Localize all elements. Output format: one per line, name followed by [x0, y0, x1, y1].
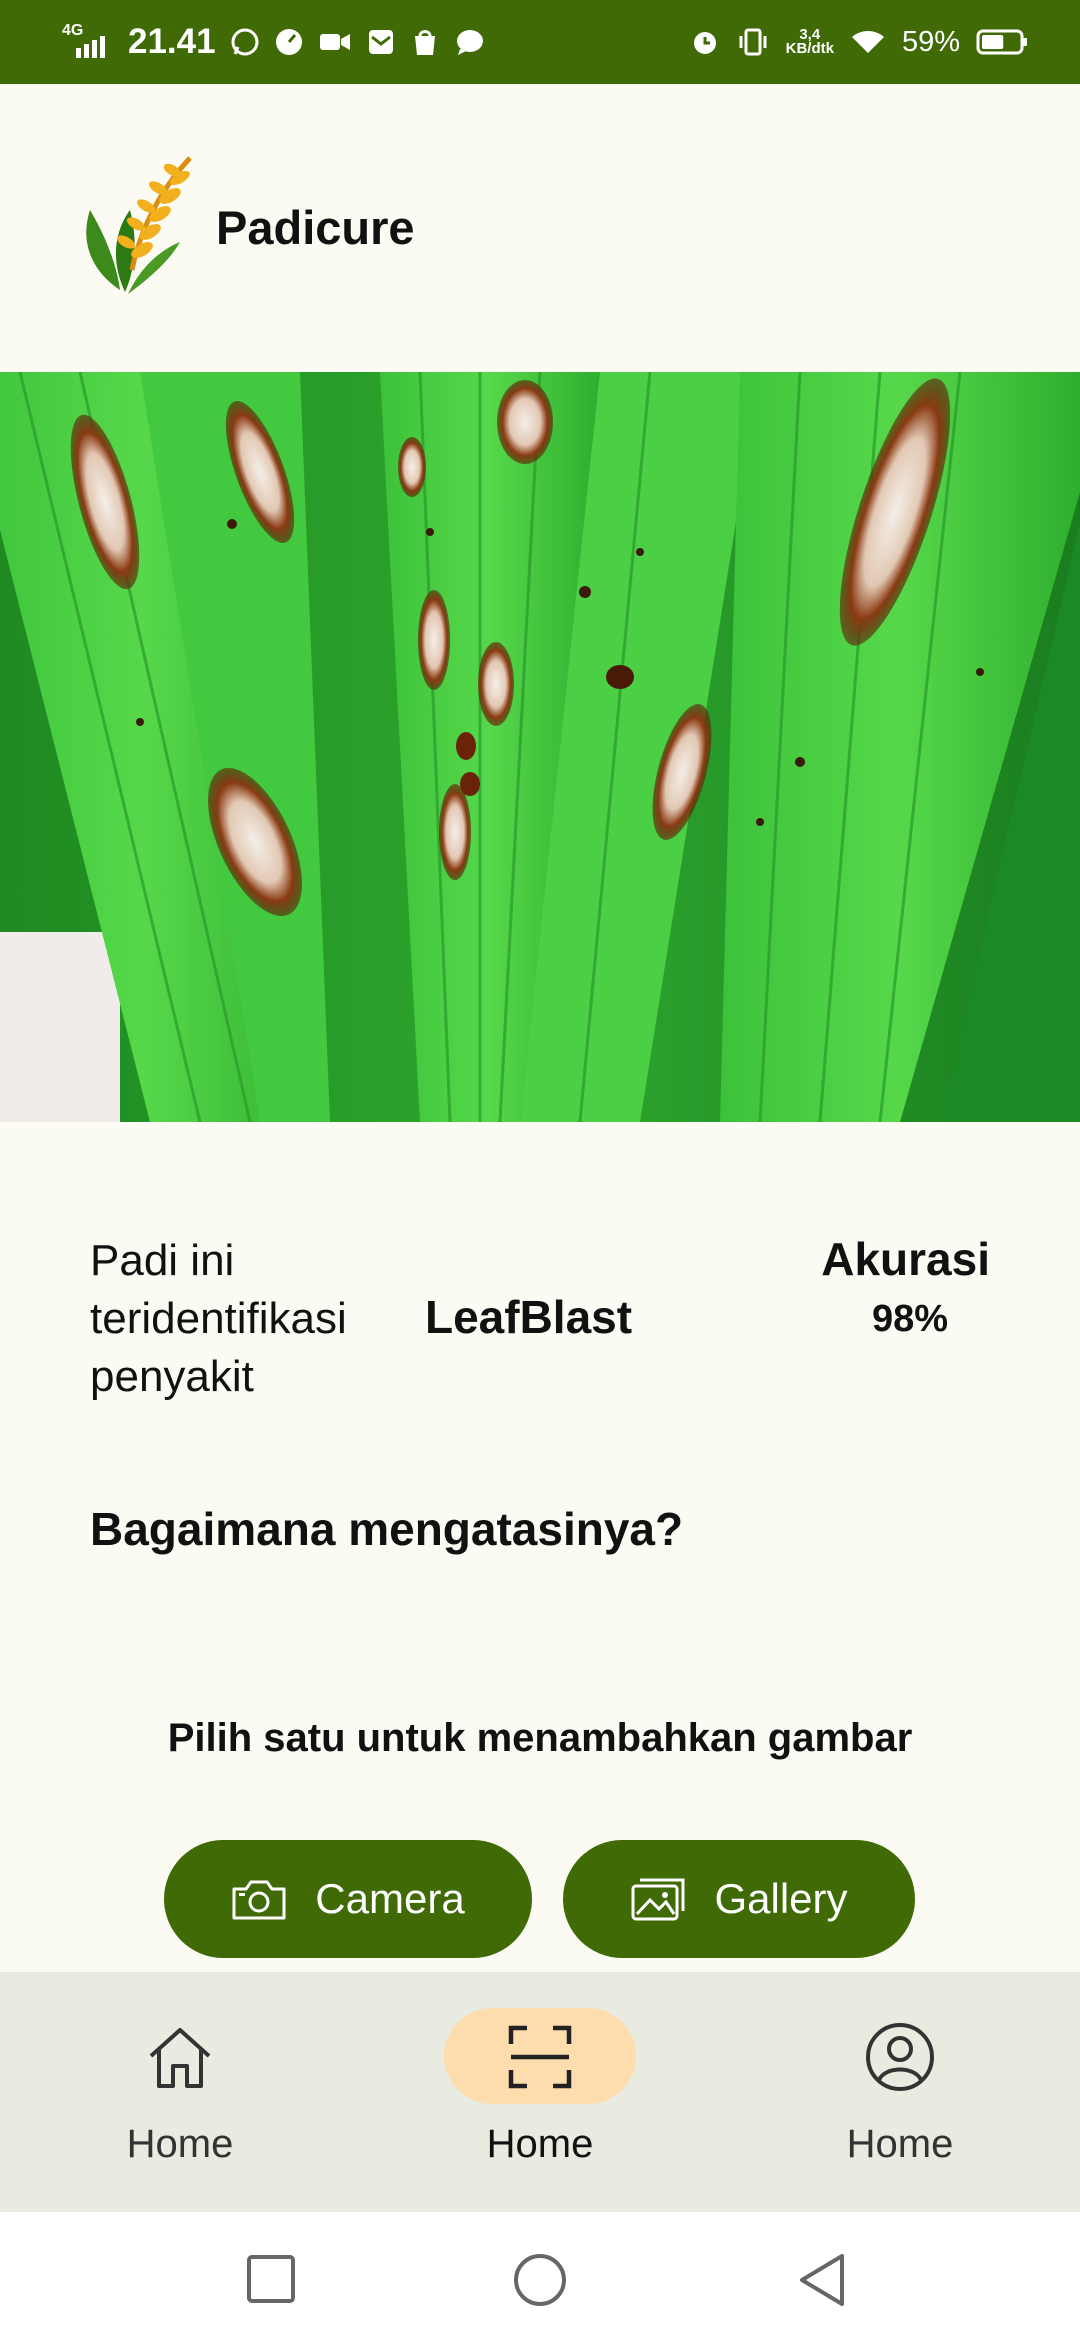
profile-icon	[866, 2023, 934, 2091]
nav-item-label: Home	[126, 2122, 234, 2166]
alarm-icon	[693, 32, 716, 54]
status-bar: 4G 21.41 3,4 KB/dtk 59%	[0, 0, 1080, 84]
gallery-icon	[631, 1878, 685, 1921]
battery-icon	[976, 29, 1027, 55]
video-icon	[319, 34, 350, 50]
back-icon[interactable]	[796, 2252, 848, 2308]
system-navigation-bar	[0, 2212, 1080, 2340]
signal-icon: 4G	[62, 22, 114, 62]
mail-icon	[368, 30, 393, 54]
camera-button-label: Camera	[315, 1875, 465, 1922]
result-description: Padi ini teridentifikasi penyakit	[90, 1236, 347, 1401]
shopping-bag-icon	[414, 30, 435, 55]
network-speed: 3,4 KB/dtk	[785, 26, 834, 57]
whatsapp-icon	[231, 28, 259, 56]
treatment-question: Bagaimana mengatasinya?	[90, 1503, 684, 1555]
padicure-logo	[86, 156, 192, 294]
accuracy-value: 98%	[871, 1298, 949, 1340]
image-source-prompt: Pilih satu untuk menambahkan gambar	[167, 1716, 913, 1760]
camera-icon	[232, 1880, 286, 1920]
speedometer-icon	[275, 29, 302, 55]
nav-item-label: Home	[486, 2122, 594, 2166]
accuracy-label: Akurasi	[821, 1233, 990, 1285]
vibrate-icon	[739, 28, 767, 56]
disease-name: LeafBlast	[425, 1291, 633, 1343]
nav-item-label: Home	[846, 2122, 954, 2166]
clock: 21.41	[128, 22, 216, 61]
gallery-button[interactable]: Gallery	[563, 1840, 915, 1958]
nav-item-home[interactable]: Home	[0, 1972, 360, 2212]
message-icon	[456, 30, 483, 55]
home-icon	[149, 2028, 211, 2088]
app-title: Padicure	[216, 201, 415, 254]
scan-icon	[508, 2025, 572, 2089]
wifi-icon	[851, 31, 884, 53]
recents-icon[interactable]	[246, 2254, 296, 2304]
nav-item-scan[interactable]: Home	[360, 1972, 720, 2212]
battery-percent: 59%	[901, 25, 960, 58]
camera-button[interactable]: Camera	[164, 1840, 532, 1958]
app-bar: Padicure	[0, 84, 1080, 372]
leaf-photo	[0, 372, 1080, 1122]
gallery-button-label: Gallery	[714, 1875, 848, 1922]
nav-item-profile[interactable]: Home	[720, 1972, 1080, 2212]
bottom-navigation: Home Home Home	[0, 1972, 1080, 2212]
home-circle-icon[interactable]	[512, 2252, 568, 2308]
